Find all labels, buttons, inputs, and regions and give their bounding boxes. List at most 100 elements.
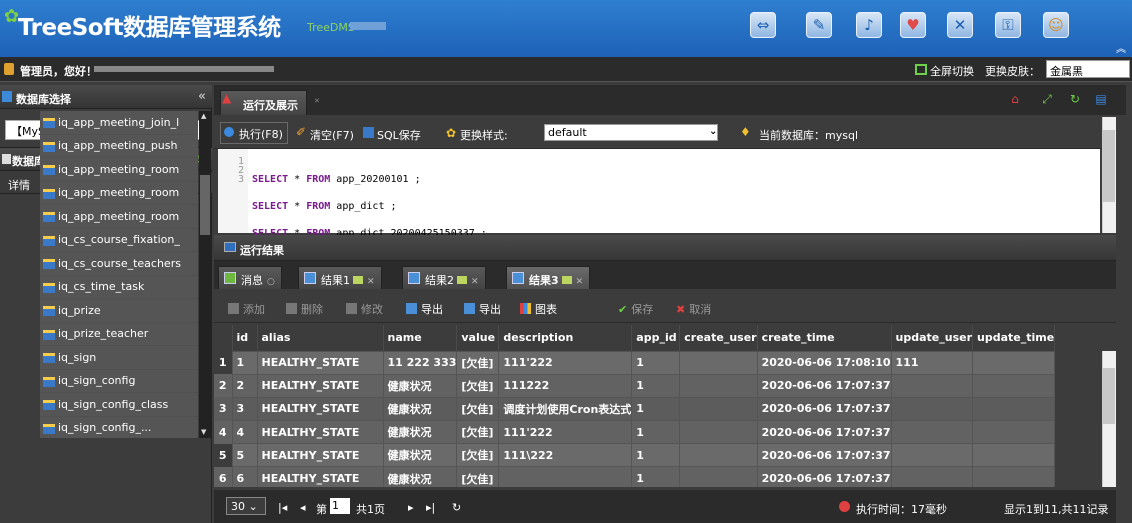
- table-cell[interactable]: 111222: [498, 373, 633, 398]
- column-header[interactable]: value: [456, 325, 500, 351]
- table-cell[interactable]: 111\222: [498, 443, 633, 468]
- column-header[interactable]: create_user: [679, 325, 758, 351]
- chart-icon[interactable]: ✎: [806, 12, 832, 38]
- heart-icon[interactable]: ♥: [900, 12, 926, 38]
- table-cell[interactable]: 2020-06-06 17:07:37: [756, 420, 892, 445]
- table-cell[interactable]: 111: [890, 350, 974, 375]
- chevron-down-icon[interactable]: ⌄: [709, 126, 717, 137]
- window-icon[interactable]: ▤: [1092, 92, 1110, 108]
- table-cell[interactable]: [971, 443, 1056, 468]
- scroll-up-icon[interactable]: ▲: [201, 112, 206, 120]
- tab-result3[interactable]: 结果3 ✕: [506, 266, 591, 289]
- table-cell[interactable]: [欠佳]: [456, 373, 500, 398]
- table-cell[interactable]: [890, 420, 974, 445]
- table-cell[interactable]: 2020-06-06 17:08:10: [756, 350, 892, 375]
- table-cell[interactable]: [679, 350, 758, 375]
- table-cell[interactable]: [679, 373, 758, 398]
- table-cell[interactable]: 健康状况: [382, 373, 458, 398]
- table-cell[interactable]: 2: [231, 373, 258, 398]
- column-header[interactable]: update_time: [972, 325, 1056, 351]
- table-cell[interactable]: HEALTHY_STATE: [256, 420, 384, 445]
- refresh-icon[interactable]: ↻: [452, 501, 461, 514]
- table-cell[interactable]: [971, 396, 1056, 422]
- table-row[interactable]: 6 6 HEALTHY_STATE 健康状况 [欠佳] 1 2020-06-06 17:07…: [214, 466, 1056, 487]
- fullscreen-toggle[interactable]: 全屏切换: [930, 63, 974, 79]
- tab-messages[interactable]: 消息 ○: [218, 266, 282, 289]
- tree-scroll-thumb[interactable]: [200, 175, 210, 235]
- sql-save-button[interactable]: SQL保存: [377, 127, 421, 143]
- table-cell[interactable]: [欠佳]: [456, 396, 500, 422]
- table-cell[interactable]: [971, 466, 1056, 487]
- user-icon[interactable]: ☺: [1043, 12, 1069, 38]
- table-cell[interactable]: 2020-06-06 17:07:37: [756, 373, 892, 398]
- save-button[interactable]: ✔ 保存: [618, 301, 653, 317]
- table-cell[interactable]: HEALTHY_STATE: [256, 373, 384, 398]
- table-cell[interactable]: 3: [231, 396, 258, 422]
- column-header[interactable]: description: [498, 325, 633, 351]
- table-cell[interactable]: [971, 373, 1056, 398]
- table-cell[interactable]: 111'222: [498, 420, 633, 445]
- table-row[interactable]: 4 4 HEALTHY_STATE 健康状况 [欠佳] 111'222 1 2020-06-0…: [214, 420, 1056, 445]
- page-number-input[interactable]: 1: [330, 498, 350, 514]
- table-cell[interactable]: 2020-06-06 17:07:37: [756, 443, 892, 468]
- table-cell[interactable]: 健康状况: [382, 396, 458, 422]
- table-cell[interactable]: 1: [631, 420, 681, 445]
- table-cell[interactable]: 1: [631, 466, 681, 487]
- table-cell[interactable]: 2020-06-06 17:07:37: [756, 466, 892, 487]
- column-header[interactable]: create_time: [757, 325, 892, 351]
- table-cell[interactable]: 健康状况: [382, 420, 458, 445]
- tree-scrollbar[interactable]: [199, 111, 211, 438]
- table-tree-item[interactable]: iq_sign_config_...: [40, 416, 198, 438]
- page-size-select[interactable]: 30 ⌄: [226, 497, 266, 515]
- table-cell[interactable]: HEALTHY_STATE: [256, 350, 384, 375]
- table-tree-item[interactable]: iq_cs_course_fixation_: [40, 228, 198, 252]
- table-row[interactable]: 1 1 HEALTHY_STATE 11 222 333 [欠佳] 111'222 1 202…: [214, 350, 1056, 375]
- chart-button[interactable]: 图表: [520, 301, 557, 317]
- export-all-button[interactable]: 导出: [464, 301, 501, 317]
- table-cell[interactable]: 调度计划使用Cron表达式: [498, 396, 633, 422]
- clear-button[interactable]: 清空(F7): [310, 127, 354, 143]
- table-cell[interactable]: 健康状况: [382, 466, 458, 487]
- column-header[interactable]: app_id: [631, 325, 681, 351]
- home-icon[interactable]: ⌂: [1006, 92, 1024, 108]
- column-header[interactable]: id: [232, 325, 258, 351]
- add-button[interactable]: 添加: [228, 301, 265, 317]
- sql-editor[interactable]: 1 2 3 SELECT * FROM app_20200101 ; SELEC…: [218, 149, 1100, 239]
- table-cell[interactable]: 5: [231, 443, 258, 468]
- table-cell[interactable]: [679, 466, 758, 487]
- table-cell[interactable]: 1: [631, 373, 681, 398]
- column-header[interactable]: update_user: [891, 325, 974, 351]
- table-tree-item[interactable]: iq_sign_config: [40, 369, 198, 393]
- first-page-icon[interactable]: |◂: [278, 501, 287, 514]
- table-cell[interactable]: [498, 466, 633, 487]
- next-page-icon[interactable]: ▸: [408, 501, 414, 514]
- tab-result2[interactable]: 结果2 ✕: [402, 266, 486, 289]
- table-cell[interactable]: [679, 396, 758, 422]
- tools-icon[interactable]: ✕: [947, 12, 973, 38]
- column-header[interactable]: alias: [257, 325, 384, 351]
- table-cell[interactable]: [679, 443, 758, 468]
- grid-scroll-thumb[interactable]: [1103, 368, 1115, 424]
- table-cell[interactable]: HEALTHY_STATE: [256, 443, 384, 468]
- table-cell[interactable]: [890, 373, 974, 398]
- style-select[interactable]: default: [544, 124, 718, 141]
- skin-select[interactable]: 金属黑: [1046, 60, 1130, 78]
- table-cell[interactable]: 111'222: [498, 350, 633, 375]
- table-cell[interactable]: [679, 420, 758, 445]
- table-cell[interactable]: 2020-06-06 17:07:37: [756, 396, 892, 422]
- table-tree-item[interactable]: iq_app_meeting_join_l: [40, 111, 198, 135]
- key-icon[interactable]: ⚿: [995, 12, 1021, 38]
- table-tree-item[interactable]: iq_app_meeting_room: [40, 181, 198, 205]
- table-tree-item[interactable]: iq_cs_time_task: [40, 275, 198, 299]
- editor-scroll-thumb[interactable]: [1103, 130, 1115, 202]
- fullscreen-icon[interactable]: [915, 64, 927, 75]
- scroll-down-icon[interactable]: ▼: [201, 428, 206, 436]
- export-button[interactable]: 导出: [406, 301, 443, 317]
- table-tree-item[interactable]: iq_sign_config_class: [40, 393, 198, 417]
- table-tree-item[interactable]: iq_app_meeting_room: [40, 205, 198, 229]
- collapse-header-icon[interactable]: ︽: [1116, 40, 1126, 55]
- edit-button[interactable]: 修改: [346, 301, 383, 317]
- table-cell[interactable]: 健康状况: [382, 443, 458, 468]
- table-cell[interactable]: [890, 466, 974, 487]
- note-icon[interactable]: ♪: [856, 12, 882, 38]
